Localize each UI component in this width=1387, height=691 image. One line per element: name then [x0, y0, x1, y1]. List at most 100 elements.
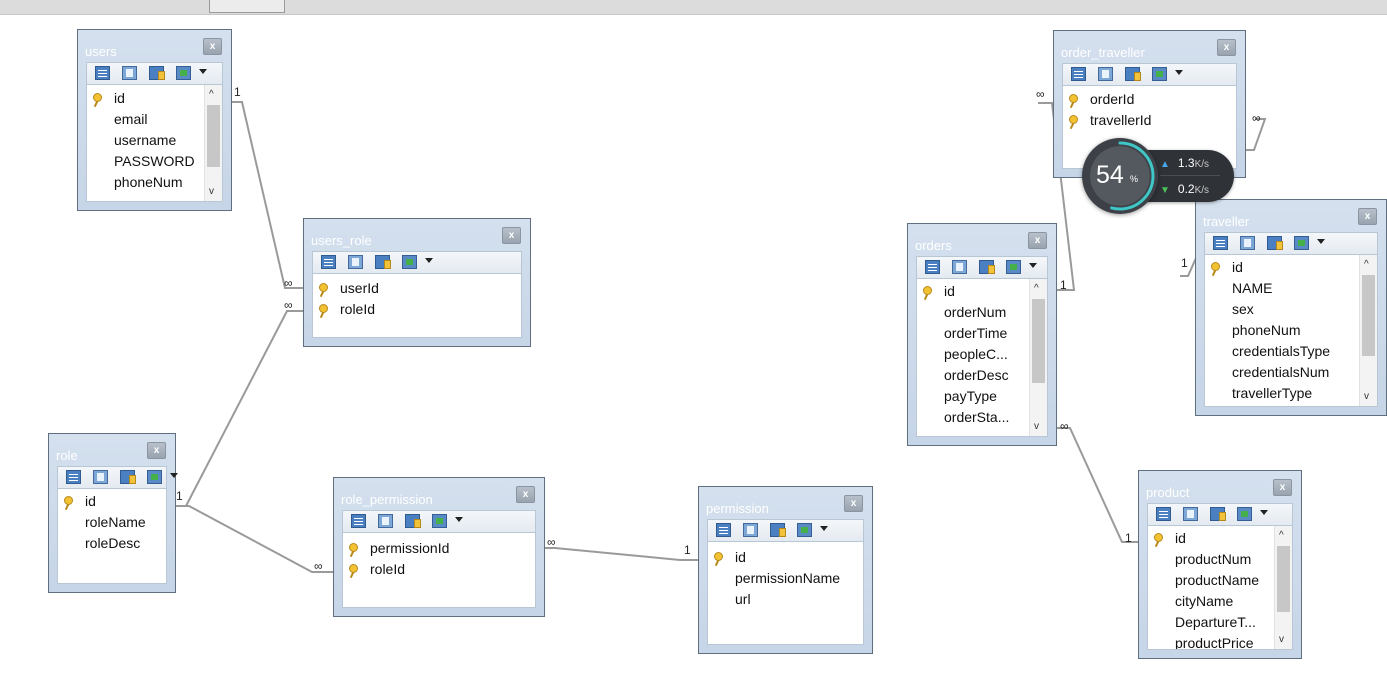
card-users-role-many-2: ∞: [284, 298, 293, 312]
column-list[interactable]: id email username PASSWORD phoneNum ^ v: [86, 84, 223, 202]
table-product[interactable]: product x id productNum productName cityName D…: [1138, 470, 1302, 659]
table-design-icon[interactable]: [1156, 507, 1171, 521]
chevron-down-icon[interactable]: [1175, 70, 1183, 75]
scroll-up-icon[interactable]: ^: [1034, 284, 1039, 294]
table-key-icon[interactable]: [1125, 67, 1141, 81]
chevron-down-icon[interactable]: [170, 473, 178, 478]
table-title[interactable]: traveller: [1203, 214, 1249, 229]
close-icon[interactable]: x: [1273, 479, 1292, 496]
column-list[interactable]: id permissionName url: [707, 541, 864, 645]
table-key-icon[interactable]: [375, 255, 391, 269]
table-view-icon[interactable]: [1183, 507, 1198, 521]
table-view-icon[interactable]: [93, 470, 108, 484]
table-title[interactable]: permission: [706, 501, 769, 516]
chevron-down-icon[interactable]: [199, 69, 207, 74]
table-title[interactable]: orders: [915, 238, 952, 253]
scrollbar[interactable]: ^ v: [1359, 255, 1377, 406]
table-view-icon[interactable]: [952, 260, 967, 274]
column-list[interactable]: id roleName roleDesc: [57, 488, 167, 584]
table-open-icon[interactable]: [1237, 507, 1252, 521]
table-key-icon[interactable]: [1267, 236, 1283, 250]
table-key-icon[interactable]: [1210, 507, 1226, 521]
chevron-down-icon[interactable]: [425, 258, 433, 263]
scroll-down-icon[interactable]: v: [1034, 422, 1039, 432]
close-icon[interactable]: x: [516, 486, 535, 503]
table-title[interactable]: role: [56, 448, 78, 463]
network-speed-widget[interactable]: 54 % ▲ 1.3K/s ▼ 0.2K/s: [1082, 138, 1234, 214]
table-view-icon[interactable]: [743, 523, 758, 537]
table-design-icon[interactable]: [66, 470, 81, 484]
close-icon[interactable]: x: [502, 227, 521, 244]
column-list[interactable]: userId roleId: [312, 273, 522, 338]
close-icon[interactable]: x: [1358, 208, 1377, 225]
chevron-down-icon[interactable]: [1260, 510, 1268, 515]
chevron-down-icon[interactable]: [455, 517, 463, 522]
scrollbar[interactable]: ^ v: [1274, 526, 1292, 649]
table-users-role[interactable]: users_role x userId roleId: [303, 218, 531, 347]
column-list[interactable]: id NAME sex phoneNum credentialsType credenti…: [1204, 254, 1378, 407]
table-open-icon[interactable]: [1006, 260, 1021, 274]
table-view-icon[interactable]: [1240, 236, 1255, 250]
scroll-thumb[interactable]: [1277, 546, 1290, 612]
table-design-icon[interactable]: [321, 255, 336, 269]
table-view-icon[interactable]: [1098, 67, 1113, 81]
table-open-icon[interactable]: [176, 66, 191, 80]
column-list[interactable]: id orderNum orderTime peopleC... orderDesc pa…: [916, 278, 1048, 437]
table-permission[interactable]: permission x id permissionName url: [698, 486, 873, 654]
table-title[interactable]: product: [1146, 485, 1189, 500]
table-design-icon[interactable]: [95, 66, 110, 80]
relation-users-users-role: [232, 101, 304, 289]
scroll-thumb[interactable]: [1362, 275, 1375, 356]
table-title[interactable]: order_traveller: [1061, 45, 1145, 60]
chevron-down-icon[interactable]: [1029, 263, 1037, 268]
scroll-thumb[interactable]: [207, 105, 220, 167]
table-design-icon[interactable]: [1213, 236, 1228, 250]
table-design-icon[interactable]: [716, 523, 731, 537]
close-icon[interactable]: x: [1217, 39, 1236, 56]
card-role-1: 1: [176, 489, 183, 503]
scrollbar[interactable]: ^ v: [1029, 279, 1047, 436]
column-list[interactable]: permissionId roleId: [342, 532, 536, 608]
column-list[interactable]: id productNum productName cityName Departure…: [1147, 525, 1293, 650]
table-key-icon[interactable]: [149, 66, 165, 80]
table-open-icon[interactable]: [402, 255, 417, 269]
scroll-up-icon[interactable]: ^: [1279, 531, 1284, 541]
close-icon[interactable]: x: [1028, 232, 1047, 249]
column-name: payType: [944, 388, 997, 404]
table-key-icon[interactable]: [405, 514, 421, 528]
close-icon[interactable]: x: [147, 442, 166, 459]
table-title[interactable]: users_role: [311, 233, 372, 248]
table-view-icon[interactable]: [122, 66, 137, 80]
scroll-down-icon[interactable]: v: [1364, 392, 1369, 402]
table-open-icon[interactable]: [797, 523, 812, 537]
scroll-up-icon[interactable]: ^: [1364, 260, 1369, 270]
table-orders[interactable]: orders x id orderNum orderTime peopleC... orde…: [907, 223, 1057, 446]
table-users[interactable]: users x id email username PASSWORD phoneNum ^ v: [77, 29, 232, 211]
close-icon[interactable]: x: [203, 38, 222, 55]
table-title[interactable]: users: [85, 44, 117, 59]
table-view-icon[interactable]: [378, 514, 393, 528]
table-role-permission[interactable]: role_permission x permissionId roleId: [333, 477, 545, 617]
table-key-icon[interactable]: [979, 260, 995, 274]
scroll-down-icon[interactable]: v: [209, 187, 214, 197]
table-title[interactable]: role_permission: [341, 492, 433, 507]
table-view-icon[interactable]: [348, 255, 363, 269]
chevron-down-icon[interactable]: [1317, 239, 1325, 244]
table-design-icon[interactable]: [1071, 67, 1086, 81]
table-key-icon[interactable]: [120, 470, 136, 484]
scroll-up-icon[interactable]: ^: [209, 90, 214, 100]
table-open-icon[interactable]: [147, 470, 162, 484]
table-design-icon[interactable]: [351, 514, 366, 528]
table-design-icon[interactable]: [925, 260, 940, 274]
scroll-thumb[interactable]: [1032, 299, 1045, 383]
close-icon[interactable]: x: [844, 495, 863, 512]
table-open-icon[interactable]: [1294, 236, 1309, 250]
table-traveller[interactable]: traveller x id NAME sex phoneNum credentialsTy…: [1195, 199, 1387, 416]
table-key-icon[interactable]: [770, 523, 786, 537]
table-open-icon[interactable]: [1152, 67, 1167, 81]
scrollbar[interactable]: ^ v: [204, 85, 222, 201]
chevron-down-icon[interactable]: [820, 526, 828, 531]
scroll-down-icon[interactable]: v: [1279, 635, 1284, 645]
table-open-icon[interactable]: [432, 514, 447, 528]
table-role[interactable]: role x id roleName roleDesc: [48, 433, 178, 593]
